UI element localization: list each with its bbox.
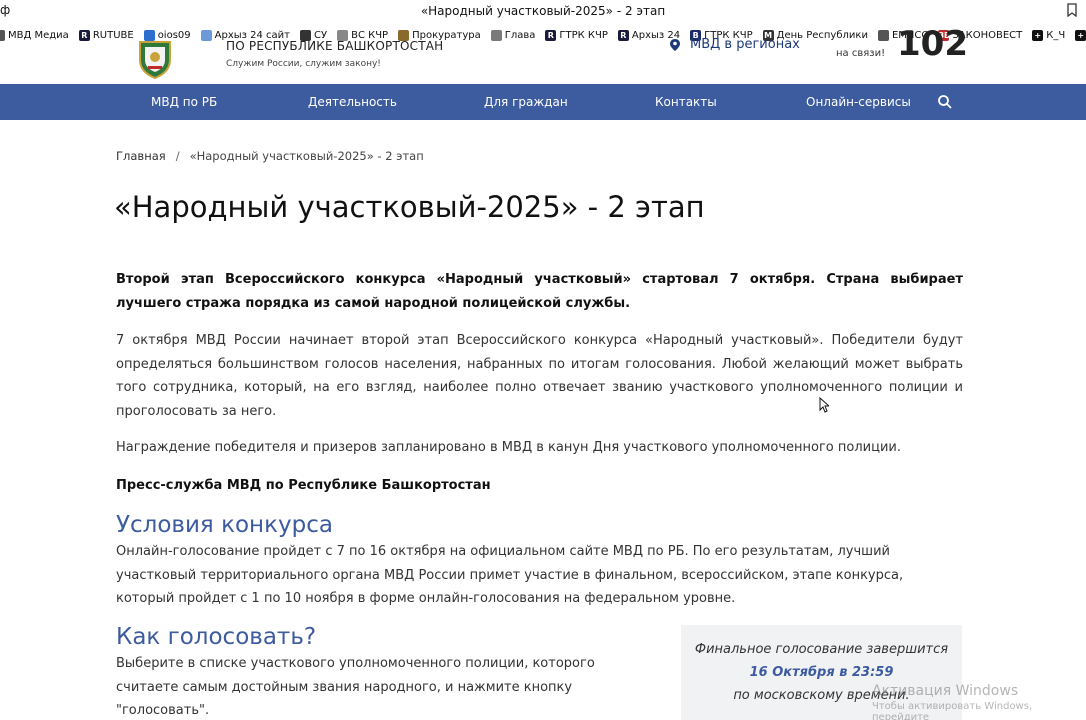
- breadcrumb-separator: /: [175, 149, 180, 163]
- window-title: «Народный участковый-2025» - 2 этап: [420, 4, 666, 18]
- org-name: ПО РЕСПУБЛИКЕ БАШКОРТОСТАН: [226, 39, 444, 53]
- article-lead: Второй этап Всероссийского конкурса «Нар…: [116, 272, 963, 311]
- nav-item-contacts[interactable]: Контакты: [655, 95, 717, 109]
- location-pin-icon: [670, 38, 680, 51]
- slogan: Служим России, служим закону!: [226, 59, 381, 69]
- how-to-vote-text: Выберите в списке участкового уполномоче…: [116, 656, 595, 718]
- breadcrumb: Главная / «Народный участковый-2025» - 2 э…: [116, 149, 424, 163]
- nav-item-activity[interactable]: Деятельность: [308, 95, 397, 109]
- page-title: «Народный участковый-2025» - 2 этап: [114, 190, 705, 224]
- regions-link[interactable]: МВД в регионах: [670, 37, 800, 52]
- site-header: ПО РЕСПУБЛИКЕ БАШКОРТОСТАН Служим России…: [0, 24, 1086, 84]
- nav-item-mvd-rb[interactable]: МВД по РБ: [151, 95, 217, 109]
- watermark-line-1: Активация Windows: [872, 683, 1019, 699]
- browser-titlebar: ф «Народный участковый-2025» - 2 этап: [0, 0, 1086, 24]
- conditions-heading: Условия конкурса: [116, 512, 333, 538]
- hotline-number[interactable]: 102: [897, 24, 968, 64]
- final-voting-line-1: Финальное голосование завершится: [694, 642, 949, 657]
- watermark-line-2: Чтобы активировать Windows, перейдите: [872, 701, 1033, 720]
- article-paragraph-1: 7 октября МВД России начинает второй эта…: [116, 333, 963, 419]
- main-nav: МВД по РБ Деятельность Для граждан Конта…: [0, 84, 1086, 120]
- breadcrumb-home-link[interactable]: Главная: [116, 149, 166, 163]
- bookmark-icon[interactable]: [1066, 3, 1078, 21]
- conditions-text: Онлайн-голосование пройдет с 7 по 16 окт…: [116, 544, 904, 606]
- breadcrumb-current: «Народный участковый-2025» - 2 этап: [189, 149, 424, 163]
- article-paragraph-2: Награждение победителя и призеров заплан…: [116, 440, 901, 455]
- press-service-signature: Пресс-служба МВД по Республике Башкортос…: [116, 478, 491, 493]
- regions-label: МВД в регионах: [690, 37, 800, 52]
- windows-activation-watermark: Активация Windows Чтобы активировать Win…: [872, 683, 1086, 720]
- mouse-cursor-icon: [819, 397, 829, 413]
- search-icon[interactable]: [937, 94, 953, 110]
- on-line-label: на связи!: [836, 48, 886, 59]
- nav-item-citizens[interactable]: Для граждан: [484, 95, 568, 109]
- mvd-emblem-logo[interactable]: [134, 38, 176, 80]
- how-to-vote-heading: Как голосовать?: [116, 624, 317, 650]
- nav-item-online-services[interactable]: Онлайн-сервисы: [806, 95, 911, 109]
- final-voting-deadline: 16 Октября в 23:59: [749, 665, 894, 680]
